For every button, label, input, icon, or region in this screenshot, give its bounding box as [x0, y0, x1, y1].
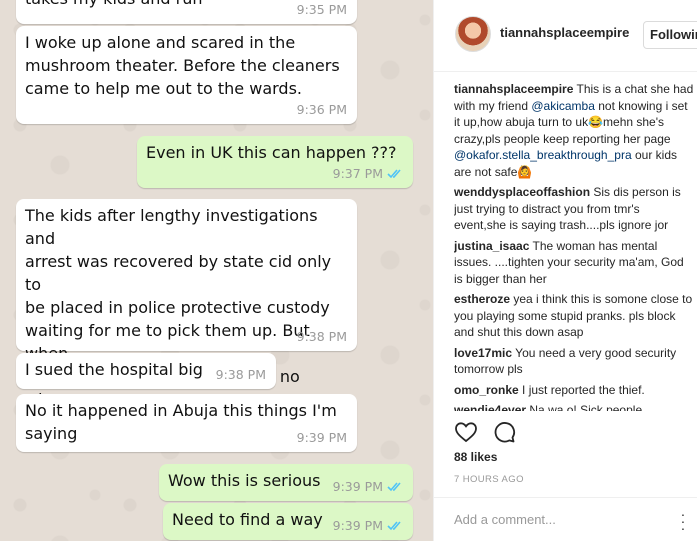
comments-list[interactable]: tiannahsplaceempire This is a chat she h…	[454, 81, 694, 411]
avatar[interactable]	[455, 16, 491, 52]
chat-message-text: I woke up alone and scared in the mushro…	[25, 33, 340, 98]
chat-message-meta: 9:39 PM	[333, 514, 403, 537]
chat-message-meta: 9:37 PM	[333, 162, 403, 185]
chat-message-meta: 9:35 PM	[297, 0, 347, 21]
chat-message-time: 9:38 PM	[215, 367, 266, 382]
comment: wendie4ever Na wa o! Sick people	[454, 402, 694, 411]
chat-message: I sued the hospital big 9:38 PM	[16, 353, 276, 389]
comment-text: Na wa o! Sick people	[529, 403, 643, 411]
comment: wenddysplaceoffashion Sis dis person is …	[454, 184, 694, 234]
post-header: tiannahsplaceempire Following	[434, 0, 697, 72]
add-comment-input[interactable]	[454, 508, 664, 530]
comment: justina_isaac The woman has mental issue…	[454, 238, 694, 288]
post-username[interactable]: tiannahsplaceempire	[500, 25, 629, 40]
chat-message-meta: 9:38 PM	[297, 325, 347, 348]
chat-message-time: 9:39 PM	[332, 518, 383, 533]
comment-username[interactable]: wendie4ever	[454, 403, 526, 411]
double-check-icon	[387, 168, 401, 178]
chat-message-meta: 9:39 PM	[333, 475, 403, 498]
following-button[interactable]: Following	[643, 21, 697, 49]
comment: love17mic You need a very good security …	[454, 345, 694, 378]
chat-message: takes my kids and run 9:35 PM	[16, 0, 357, 24]
chat-message-time: 9:36 PM	[296, 102, 347, 117]
chat-message-time: 9:39 PM	[296, 430, 347, 445]
comment-icon[interactable]	[492, 420, 516, 444]
comment-username[interactable]: omo_ronke	[454, 383, 519, 397]
post-timestamp: 7 HOURS AGO	[454, 474, 524, 485]
comment-text: I just reported the thief.	[522, 382, 645, 397]
mention-link[interactable]: @okafor.stella_breakthrough_pra	[454, 148, 632, 162]
heart-icon[interactable]	[454, 420, 478, 444]
chat-message: Even in UK this can happen ??? 9:37 PM	[137, 136, 413, 188]
more-dots-icon[interactable]: · · ·	[678, 507, 688, 535]
chat-message-time: 9:35 PM	[296, 2, 347, 17]
chat-message-text: Even in UK this can happen ???	[146, 143, 397, 162]
chat-message: Wow this is serious 9:39 PM	[159, 464, 413, 501]
chat-message-meta: 9:39 PM	[297, 426, 347, 449]
comment-username[interactable]: estheroze	[454, 292, 510, 306]
chat-message-meta: 9:36 PM	[297, 98, 347, 121]
post-sidebar: tiannahsplaceempire Following tiannahspl…	[433, 0, 697, 541]
caption: tiannahsplaceempire This is a chat she h…	[454, 81, 694, 180]
chat-message: I woke up alone and scared in the mushro…	[16, 26, 357, 124]
caption-username[interactable]: tiannahsplaceempire	[454, 82, 573, 96]
chat-message-meta: 9:38 PM	[216, 363, 266, 386]
comment-username[interactable]: love17mic	[454, 346, 512, 360]
comment: estheroze yea i think this is somone clo…	[454, 291, 694, 341]
chat-screenshot: takes my kids and run 9:35 PM I woke up …	[0, 0, 433, 541]
comment: omo_ronke I just reported the thief.	[454, 382, 694, 399]
chat-message: No it happened in Abuja this things I'm …	[16, 394, 357, 452]
comment-username[interactable]: wenddysplaceoffashion	[454, 185, 590, 199]
chat-message: Need to find a way 9:39 PM	[163, 503, 413, 540]
chat-message-time: 9:38 PM	[296, 329, 347, 344]
add-comment-bar: ···	[434, 497, 697, 541]
likes-count[interactable]: 88 likes	[454, 450, 497, 464]
comment-username[interactable]: justina_isaac	[454, 239, 529, 253]
chat-message: The kids after lengthy investigations an…	[16, 199, 357, 432]
mention-link[interactable]: @akicamba	[531, 99, 595, 113]
post-actions	[454, 420, 516, 446]
double-check-icon	[387, 481, 401, 491]
chat-message-time: 9:39 PM	[332, 479, 383, 494]
double-check-icon	[387, 520, 401, 530]
chat-message-time: 9:37 PM	[332, 166, 383, 181]
